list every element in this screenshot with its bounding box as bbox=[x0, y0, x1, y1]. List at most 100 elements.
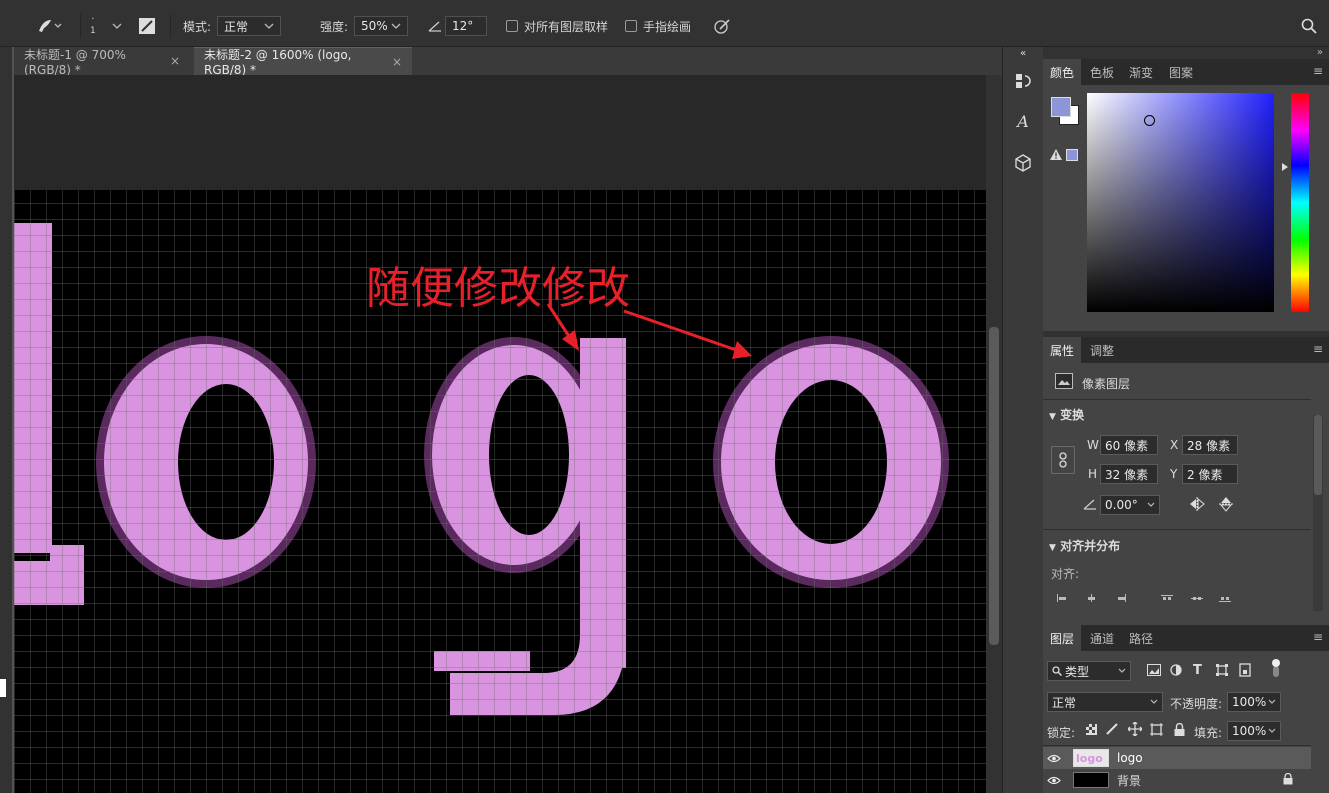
collapsed-panel-strip: « A bbox=[1002, 47, 1044, 793]
tab-channels[interactable]: 通道 bbox=[1083, 625, 1121, 651]
strength-input[interactable]: 50% bbox=[354, 16, 408, 36]
align-right-icon[interactable] bbox=[1117, 591, 1127, 605]
panel-menu-icon[interactable]: ≡ bbox=[1313, 631, 1323, 643]
filter-smart-object-icon[interactable] bbox=[1239, 663, 1251, 680]
height-input[interactable]: 32 像素 bbox=[1100, 464, 1158, 484]
brush-settings-icon[interactable] bbox=[138, 6, 156, 46]
filter-adjustment-icon[interactable] bbox=[1170, 664, 1182, 679]
tools-bar[interactable] bbox=[0, 47, 12, 793]
mode-select[interactable]: 正常 bbox=[217, 16, 281, 36]
angle-input[interactable]: 0.00° bbox=[1100, 495, 1160, 515]
fill-input[interactable]: 100% bbox=[1227, 721, 1281, 741]
layers-panel-tabs: 图层 通道 路径 ≡ bbox=[1043, 625, 1329, 651]
tab-label: 未标题-1 @ 700%(RGB/8) * bbox=[24, 47, 126, 77]
tab-document-1[interactable]: 未标题-1 @ 700%(RGB/8) * × bbox=[14, 47, 190, 77]
smudge-tool-icon[interactable] bbox=[36, 6, 62, 46]
color-picker-cursor[interactable] bbox=[1144, 115, 1155, 126]
chevron-down-icon bbox=[1268, 728, 1276, 733]
y-input[interactable]: 2 像素 bbox=[1182, 464, 1238, 484]
tab-label: 未标题-2 @ 1600% (logo, RGB/8) * bbox=[204, 48, 352, 77]
scrollbar-thumb[interactable] bbox=[1314, 415, 1322, 495]
pressure-pen-icon[interactable] bbox=[713, 6, 731, 46]
align-top-icon[interactable] bbox=[1161, 591, 1173, 605]
options-bar: · 1 模式: 正常 强度: 50% 12° 对所有图层取样 手指绘画 bbox=[0, 6, 1329, 47]
link-dimensions-icon[interactable] bbox=[1051, 446, 1075, 474]
brush-chevron-icon[interactable] bbox=[112, 6, 122, 46]
svg-text:logo: logo bbox=[1076, 752, 1103, 765]
tab-patterns[interactable]: 图案 bbox=[1162, 59, 1200, 85]
lock-position-icon[interactable] bbox=[1127, 721, 1143, 739]
vertical-scrollbar[interactable] bbox=[986, 75, 1002, 793]
panel-menu-icon[interactable]: ≡ bbox=[1313, 343, 1323, 355]
scrollbar-thumb[interactable] bbox=[989, 327, 999, 645]
layer-thumbnail-background bbox=[1073, 772, 1109, 788]
brush-size-picker[interactable]: · 1 bbox=[90, 6, 96, 46]
opacity-input[interactable]: 100% bbox=[1227, 692, 1281, 712]
filter-shape-icon[interactable] bbox=[1216, 664, 1228, 679]
flip-horizontal-icon[interactable] bbox=[1188, 497, 1206, 511]
sample-all-layers-checkbox[interactable]: 对所有图层取样 bbox=[506, 6, 608, 46]
hue-slider[interactable] bbox=[1291, 93, 1309, 312]
character-icon[interactable]: A bbox=[1011, 109, 1035, 133]
history-icon[interactable] bbox=[1011, 69, 1035, 93]
out-of-gamut-warning-icon[interactable] bbox=[1050, 149, 1062, 163]
filter-toggle-switch[interactable] bbox=[1271, 659, 1281, 677]
color-panel bbox=[1043, 85, 1329, 331]
tab-color[interactable]: 颜色 bbox=[1043, 59, 1082, 85]
tab-adjustments[interactable]: 调整 bbox=[1083, 337, 1121, 363]
align-bottom-icon[interactable] bbox=[1219, 591, 1231, 605]
lock-transparent-icon[interactable] bbox=[1086, 724, 1097, 738]
foreground-color-swatch[interactable] bbox=[1051, 97, 1071, 117]
canvas-area[interactable]: 随便修改修改 bbox=[14, 75, 986, 793]
y-label: Y bbox=[1170, 467, 1178, 481]
tab-gradients[interactable]: 渐变 bbox=[1122, 59, 1160, 85]
rotate-angle-icon bbox=[1083, 498, 1097, 513]
gamut-color-swatch[interactable] bbox=[1066, 149, 1078, 161]
angle-value: 12° bbox=[452, 19, 474, 33]
flip-vertical-icon[interactable] bbox=[1219, 495, 1233, 513]
tab-document-2[interactable]: 未标题-2 @ 1600% (logo, RGB/8) * × bbox=[194, 47, 412, 77]
layer-filter-select[interactable]: 类型 bbox=[1047, 661, 1131, 681]
visibility-eye-icon[interactable] bbox=[1043, 754, 1065, 763]
finger-painting-checkbox[interactable]: 手指绘画 bbox=[625, 6, 691, 46]
lock-image-brush-icon[interactable] bbox=[1106, 723, 1118, 738]
layer-row-logo[interactable]: logo logo bbox=[1043, 747, 1311, 769]
align-center-icon[interactable] bbox=[1087, 591, 1097, 605]
color-field[interactable] bbox=[1087, 93, 1274, 312]
close-icon[interactable]: × bbox=[170, 54, 180, 68]
x-input[interactable]: 28 像素 bbox=[1182, 435, 1238, 455]
sample-all-layers-label: 对所有图层取样 bbox=[524, 19, 609, 34]
blend-mode-select[interactable]: 正常 bbox=[1047, 692, 1163, 712]
color-panel-tabs: 颜色 色板 渐变 图案 ≡ bbox=[1043, 59, 1329, 85]
properties-scrollbar[interactable] bbox=[1313, 415, 1323, 611]
panel-menu-icon[interactable]: ≡ bbox=[1313, 65, 1323, 77]
angle-input[interactable]: 12° bbox=[445, 16, 487, 36]
search-icon[interactable] bbox=[1301, 6, 1317, 46]
close-icon[interactable]: × bbox=[392, 55, 402, 69]
visibility-eye-icon[interactable] bbox=[1043, 776, 1065, 785]
align-section-toggle[interactable]: ▼ 对齐并分布 bbox=[1049, 537, 1120, 554]
collapse-icon[interactable]: « bbox=[1011, 47, 1035, 59]
tab-swatches[interactable]: 色板 bbox=[1083, 59, 1121, 85]
filter-pixel-icon[interactable] bbox=[1147, 664, 1161, 679]
3d-cube-icon[interactable] bbox=[1011, 151, 1035, 175]
hue-slider-handle[interactable] bbox=[1282, 163, 1288, 171]
lock-all-icon[interactable] bbox=[1174, 722, 1185, 739]
pixel-canvas[interactable]: 随便修改修改 bbox=[14, 75, 986, 793]
filter-type-icon[interactable]: T bbox=[1193, 663, 1202, 678]
chevron-down-icon: ▼ bbox=[1049, 543, 1056, 553]
transform-section-toggle[interactable]: ▼ 变换 bbox=[1049, 406, 1084, 423]
lock-icon bbox=[1283, 772, 1293, 788]
tab-layers[interactable]: 图层 bbox=[1043, 625, 1082, 651]
foreground-swatch[interactable] bbox=[0, 679, 6, 697]
layer-name: 背景 bbox=[1117, 773, 1142, 788]
tab-paths[interactable]: 路径 bbox=[1122, 625, 1160, 651]
align-left-icon[interactable] bbox=[1057, 591, 1067, 605]
collapse-right-icon[interactable]: » bbox=[1317, 47, 1323, 58]
tab-properties[interactable]: 属性 bbox=[1043, 337, 1082, 363]
layer-name: logo bbox=[1117, 751, 1143, 765]
width-input[interactable]: 60 像素 bbox=[1100, 435, 1158, 455]
lock-artboard-icon[interactable] bbox=[1150, 723, 1163, 739]
align-middle-icon[interactable] bbox=[1191, 591, 1203, 605]
layer-row-background[interactable]: 背景 bbox=[1043, 769, 1311, 791]
